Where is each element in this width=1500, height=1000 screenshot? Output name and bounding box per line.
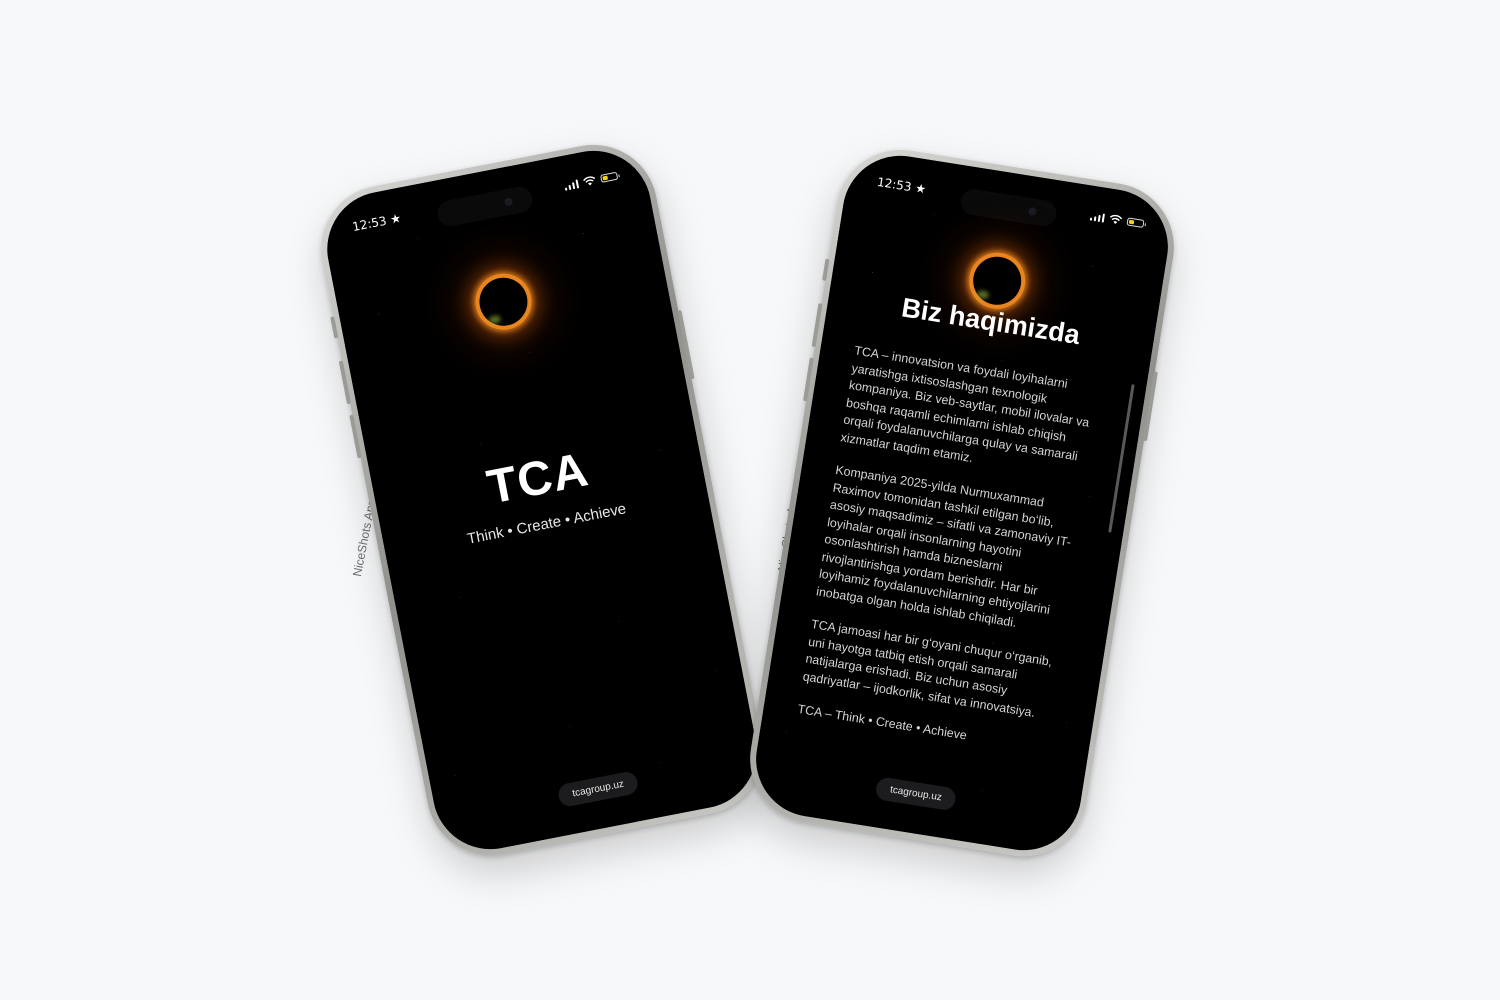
eclipse-logo-icon	[969, 253, 1025, 309]
scrollbar[interactable]	[1108, 384, 1135, 533]
about-paragraph: Kompaniya 2025-yilda Nurmuxammad Raximov…	[815, 462, 1073, 630]
status-time: 12:53	[876, 174, 913, 195]
status-time: 12:53	[351, 213, 388, 235]
phone-right: 12:53 ★ Biz haqimizda TCA – innovatsion …	[740, 140, 1184, 866]
wifi-icon	[583, 176, 596, 186]
action-button	[330, 316, 339, 339]
star-icon: ★	[914, 180, 928, 197]
website-link[interactable]: tcagroup.uz	[874, 776, 958, 812]
star-icon: ★	[389, 210, 403, 227]
wifi-icon	[1109, 214, 1123, 225]
website-link[interactable]: tcagroup.uz	[556, 770, 640, 809]
splash-screen: 12:53 ★ TCA Think • Create • Achieve tca…	[317, 140, 767, 860]
about-screen: 12:53 ★ Biz haqimizda TCA – innovatsion …	[747, 147, 1177, 859]
about-content[interactable]: TCA – innovatsion va foydali loyihalarni…	[794, 342, 1109, 774]
battery-icon	[1126, 217, 1145, 228]
about-paragraph: TCA – innovatsion va foydali loyihalarni…	[839, 343, 1091, 465]
action-button	[822, 258, 830, 282]
battery-icon	[600, 171, 619, 183]
phone-left: 12:53 ★ TCA Think • Create • Achieve tca…	[310, 133, 774, 867]
cellular-signal-icon	[563, 178, 580, 191]
cellular-signal-icon	[1089, 211, 1105, 223]
eclipse-logo-icon	[475, 273, 532, 330]
